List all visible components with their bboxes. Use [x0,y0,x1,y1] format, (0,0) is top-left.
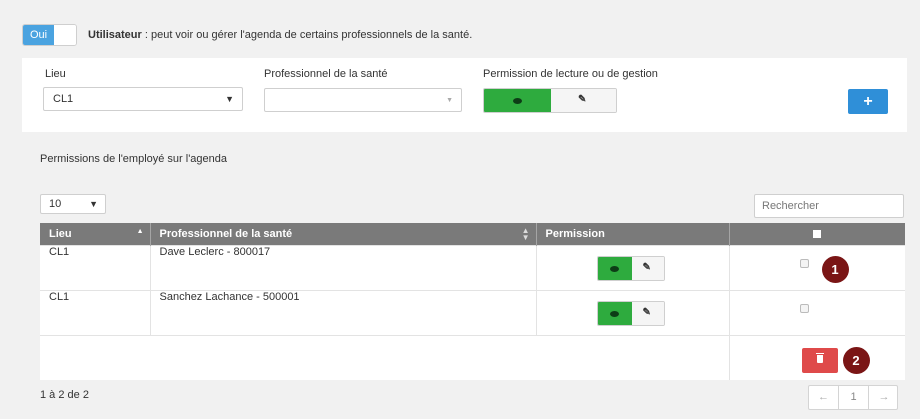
edit-icon: ✎ [578,94,587,105]
sort-both-icon: ▲ ▼ [521,226,530,242]
footer-empty [40,334,730,380]
pro-select[interactable]: ▼ [264,88,462,112]
row-checkbox[interactable] [799,303,809,313]
table-footer-row: 2 [40,334,905,380]
page-length-select[interactable]: 10 ▼ [40,194,106,214]
row-permission-toggle: ✎ [596,255,665,281]
cell-lieu: CL1 [40,244,151,290]
permissions-table: Lieu ▲ Professionnel de la santé ▲ ▼ Permis… [40,223,905,380]
lieu-label: Lieu [45,68,66,80]
edit-option[interactable]: ✎ [551,89,616,112]
user-description: Utilisateur : peut voir ou gérer l'agend… [88,29,472,41]
col-pro-header[interactable]: Professionnel de la santé ▲ ▼ [150,223,537,245]
pro-label: Professionnel de la santé [264,68,388,80]
toggle-on-label: Oui [23,25,54,45]
edit-option[interactable]: ✎ [631,301,664,325]
col-lieu-label: Lieu [49,227,72,240]
view-option[interactable] [597,256,632,280]
col-lieu-header[interactable]: Lieu ▲ [40,223,151,245]
delete-button[interactable] [801,347,838,373]
oui-toggle[interactable]: Oui [22,24,77,46]
select-all-checkbox[interactable] [813,229,822,238]
table-row: CL1 Dave Leclerc - 800017 ✎ 1 [40,244,905,290]
edit-option[interactable]: ✎ [631,256,664,280]
next-page-button[interactable]: → [869,386,899,409]
cell-permission: ✎ [536,244,730,290]
chevron-down-icon: ▼ [446,97,453,104]
cell-pro: Dave Leclerc - 800017 [150,244,537,290]
eye-icon [609,265,619,272]
cell-pro: Sanchez Lachance - 500001 [150,289,537,335]
toggle-knob[interactable] [54,25,76,45]
cell-permission: ✎ [536,289,730,335]
page-1-button[interactable]: 1 [839,386,869,409]
page-length-value: 10 [49,198,62,210]
add-button[interactable]: + [848,89,888,114]
chevron-down-icon: ▼ [225,94,234,104]
cell-select [729,289,905,335]
cell-lieu: CL1 [40,289,151,335]
perm-label: Permission de lecture ou de gestion [483,68,658,80]
cell-select: 1 [729,244,905,290]
view-option[interactable] [597,301,632,325]
select-all-header[interactable] [729,223,905,245]
marker-badge: 1 [821,255,849,283]
prev-page-button[interactable]: ← [809,386,839,409]
footer-actions: 2 [729,334,905,380]
row-permission-toggle: ✎ [596,300,665,326]
eye-icon [609,310,619,317]
edit-icon: ✎ [642,306,651,318]
edit-icon: ✎ [642,261,651,273]
user-description-text: : peut voir ou gérer l'agenda de certain… [141,29,473,41]
marker-badge: 2 [842,346,870,374]
table-info: 1 à 2 de 2 [40,389,89,401]
lieu-select-value: CL1 [53,93,74,105]
view-option[interactable] [484,89,551,112]
trash-icon [815,352,824,363]
col-permission-label: Permission [545,227,605,240]
permission-toggle: ✎ [483,88,617,113]
table-row: CL1 Sanchez Lachance - 500001 ✎ [40,289,905,335]
col-permission-header: Permission [536,223,730,245]
chevron-down-icon: ▼ [89,199,98,209]
pagination: ← 1 → [808,385,898,410]
lieu-select[interactable]: CL1 ▼ [43,87,243,111]
search-input[interactable] [754,194,904,218]
user-label: Utilisateur [88,29,142,41]
table-header-row: Lieu ▲ Professionnel de la santé ▲ ▼ Permis… [40,223,905,245]
eye-icon [513,98,522,104]
section-title: Permissions de l'employé sur l'agenda [40,153,228,165]
row-checkbox[interactable] [799,258,809,268]
sort-asc-icon: ▲ [136,228,144,235]
col-pro-label: Professionnel de la santé [159,227,293,240]
